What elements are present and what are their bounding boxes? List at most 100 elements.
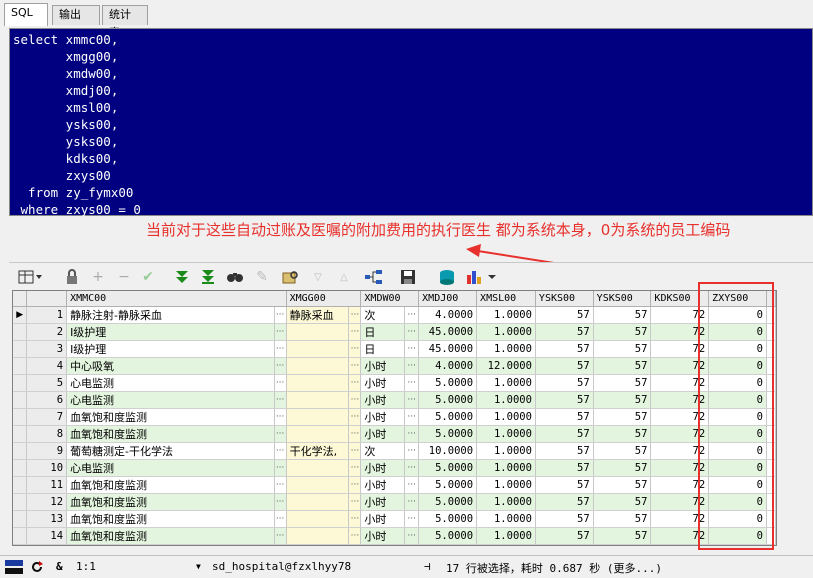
cell-xmsl00[interactable]: 1.0000 — [476, 510, 536, 528]
cell-ellipsis-button[interactable]: ··· — [348, 476, 362, 494]
cell-xmsl00[interactable]: 1.0000 — [476, 493, 536, 511]
grid-layout-icon[interactable] — [15, 267, 45, 287]
cell-ysks00-2[interactable]: 57 — [593, 493, 652, 511]
cell-ellipsis-button[interactable]: ··· — [348, 544, 362, 545]
column-header-xmdw00[interactable]: XMDW00 — [360, 291, 420, 307]
cell-xmsl00[interactable]: 1.0000 — [476, 408, 536, 426]
table-row[interactable]: 7 血氧饱和度监测 ··· ··· 小时 ··· 5.0000 1.0000 57 57 72 0 — [13, 408, 776, 426]
fetch-next-icon[interactable] — [173, 267, 191, 287]
row-number[interactable]: 5 — [26, 374, 68, 392]
cell-xmsl00[interactable]: 1.0000 — [476, 306, 536, 324]
row-number[interactable]: 14 — [26, 527, 68, 545]
cell-ellipsis-button[interactable]: ··· — [348, 425, 362, 443]
cell-xmdj00[interactable]: 5.0000 — [418, 374, 478, 392]
cell-ysks00[interactable]: 57 — [535, 510, 594, 528]
cell-xmgg00[interactable] — [286, 340, 350, 358]
column-header-xmsl00[interactable]: XMSL00 — [476, 291, 536, 307]
cell-xmdw00[interactable]: 小时 — [360, 510, 406, 528]
refresh-icon[interactable] — [30, 560, 44, 577]
cell-xmdw00[interactable]: 次 — [360, 306, 406, 324]
table-row[interactable]: 14 血氧饱和度监测 ··· ··· 小时 ··· 5.0000 1.0000 57 57 72 0 — [13, 527, 776, 545]
cell-xmmc00[interactable]: 血氧饱和度监测 — [66, 510, 275, 528]
cell-xmgg00[interactable] — [286, 391, 350, 409]
export-icon[interactable] — [437, 267, 457, 287]
cell-ellipsis-button[interactable]: ··· — [404, 425, 420, 443]
cell-ellipsis-button[interactable]: ··· — [404, 408, 420, 426]
cell-ysks00-2[interactable]: 57 — [593, 544, 652, 545]
cell-ellipsis-button[interactable]: ··· — [404, 476, 420, 494]
cell-ysks00[interactable]: 57 — [535, 306, 594, 324]
cell-ellipsis-button[interactable]: ··· — [348, 306, 362, 324]
cell-xmmc00[interactable]: 中心吸氧 — [66, 357, 275, 375]
cell-ysks00[interactable]: 57 — [535, 476, 594, 494]
table-row[interactable]: 9 葡萄糖测定-干化学法 ··· 干化学法, ··· 次 ··· 10.0000 1.0000 5… — [13, 442, 776, 460]
cell-xmdw00[interactable]: 次 — [360, 442, 406, 460]
cell-ellipsis-button[interactable]: ··· — [404, 391, 420, 409]
cell-xmdw00[interactable]: 小时 — [360, 391, 406, 409]
cell-ysks00[interactable]: 57 — [535, 442, 594, 460]
cell-ysks00[interactable]: 57 — [535, 374, 594, 392]
cell-xmgg00[interactable] — [286, 408, 350, 426]
row-number[interactable]: 10 — [26, 459, 68, 477]
cell-ellipsis-button[interactable]: ··· — [348, 357, 362, 375]
cell-xmdj00[interactable]: 5.0000 — [418, 425, 478, 443]
cell-xmdj00[interactable]: 4.0000 — [418, 357, 478, 375]
cell-xmdw00[interactable]: 小时 — [360, 408, 406, 426]
cell-xmdw00[interactable]: 小时 — [360, 459, 406, 477]
cell-ellipsis-button[interactable]: ··· — [404, 459, 420, 477]
cell-xmmc00[interactable]: 血氧饱和度监测 — [66, 408, 275, 426]
cell-xmmc00[interactable]: 心电监测 — [66, 374, 275, 392]
row-number[interactable]: 3 — [26, 340, 68, 358]
cell-ellipsis-button[interactable]: ··· — [274, 544, 287, 545]
cell-xmsl00[interactable]: 1.0000 — [476, 442, 536, 460]
cell-ysks00[interactable]: 57 — [535, 408, 594, 426]
cell-xmgg00[interactable] — [286, 425, 350, 443]
cell-ellipsis-button[interactable]: ··· — [348, 374, 362, 392]
table-row[interactable]: ▶ 1 静脉注射-静脉采血 ··· 静脉采血 ··· 次 ··· 4.0000 1.0000 57 5… — [13, 306, 776, 324]
post-icon[interactable]: ✔ — [139, 267, 157, 287]
row-number[interactable]: 11 — [26, 476, 68, 494]
query-by-example-icon[interactable] — [281, 267, 301, 287]
row-number[interactable]: 7 — [26, 408, 68, 426]
cell-xmgg00[interactable]: 静脉采血 — [286, 306, 350, 324]
cell-ellipsis-button[interactable]: ··· — [274, 408, 287, 426]
cell-xmmc00[interactable]: 心电监测 — [66, 391, 275, 409]
cell-xmdj00[interactable]: 5.0000 — [418, 527, 478, 545]
column-header-xmdj00[interactable]: XMDJ00 — [418, 291, 478, 307]
find-icon[interactable] — [225, 267, 245, 287]
cell-xmdw00[interactable]: 小时 — [360, 374, 406, 392]
column-header-xmgg00[interactable]: XMGG00 — [286, 291, 362, 307]
cell-xmgg00[interactable] — [286, 459, 350, 477]
cell-ysks00[interactable]: 57 — [535, 544, 594, 545]
row-number[interactable]: 9 — [26, 442, 68, 460]
row-number[interactable]: 13 — [26, 510, 68, 528]
cell-xmdw00[interactable]: 小时 — [360, 425, 406, 443]
cell-ysks00-2[interactable]: 57 — [593, 476, 652, 494]
cell-ellipsis-button[interactable]: ··· — [274, 357, 287, 375]
cell-xmgg00[interactable]: 干化学法, — [286, 442, 350, 460]
cell-xmsl00[interactable]: 12.0000 — [476, 357, 536, 375]
cell-ysks00-2[interactable]: 57 — [593, 425, 652, 443]
cell-ellipsis-button[interactable]: ··· — [404, 442, 420, 460]
cell-ellipsis-button[interactable]: ··· — [348, 493, 362, 511]
save-icon[interactable] — [399, 267, 417, 287]
row-number[interactable]: 12 — [26, 493, 68, 511]
table-row[interactable]: 6 心电监测 ··· ··· 小时 ··· 5.0000 1.0000 57 57 72 0 — [13, 391, 776, 409]
sort-up-icon[interactable]: △ — [335, 267, 353, 287]
cell-ellipsis-button[interactable]: ··· — [404, 510, 420, 528]
add-row-icon[interactable]: + — [89, 267, 107, 287]
column-header-xmmc00[interactable]: XMMC00 — [66, 291, 287, 307]
cell-xmdw00[interactable]: 日 — [360, 340, 406, 358]
cell-ysks00-2[interactable]: 57 — [593, 459, 652, 477]
cell-ellipsis-button[interactable]: ··· — [274, 391, 287, 409]
cell-xmdj00[interactable]: 5.0000 — [418, 391, 478, 409]
cell-ysks00-2[interactable]: 57 — [593, 527, 652, 545]
delete-row-icon[interactable]: − — [115, 267, 133, 287]
cell-ellipsis-button[interactable]: ··· — [348, 527, 362, 545]
cell-ysks00-2[interactable]: 57 — [593, 408, 652, 426]
cell-ellipsis-button[interactable]: ··· — [274, 476, 287, 494]
cell-ellipsis-button[interactable]: ··· — [348, 323, 362, 341]
cell-ellipsis-button[interactable]: ··· — [404, 374, 420, 392]
cell-xmdj00[interactable]: 5.0000 — [418, 459, 478, 477]
cell-ellipsis-button[interactable]: ··· — [404, 323, 420, 341]
